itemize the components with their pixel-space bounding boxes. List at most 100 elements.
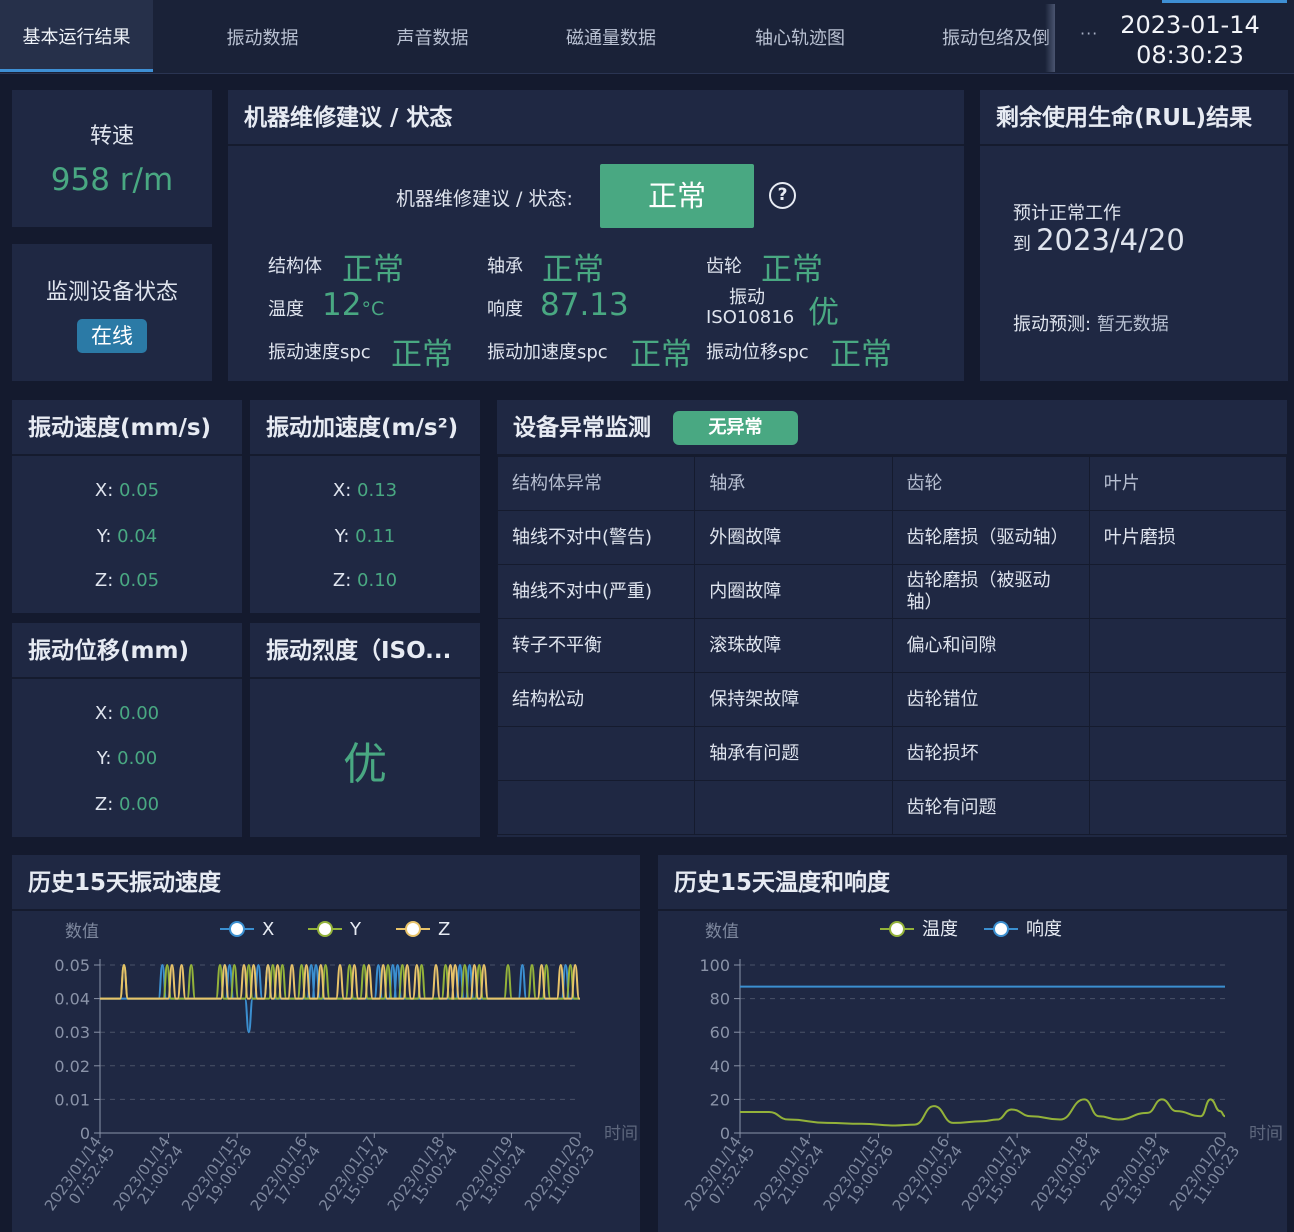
anomaly-header-cell: 叶片: [1088, 456, 1288, 511]
dspc-label: 振动位移spc: [706, 342, 809, 363]
axis-value: 0.00: [119, 794, 160, 815]
x-tick-label: 2023/01/2011:00:23: [1166, 1133, 1243, 1214]
y-axis-label: 数值: [705, 922, 739, 942]
legend-label: 温度: [922, 919, 958, 940]
x-axis-label: 时间: [1249, 1124, 1283, 1144]
temperature-label: 温度: [268, 299, 304, 320]
maintenance-title: 机器维修建议 / 状态: [228, 90, 964, 146]
table-cell: [1088, 780, 1288, 835]
axis-key: Z:: [94, 794, 114, 815]
x-tick-label: 2023/01/1913:00:24: [452, 1133, 529, 1214]
y-tick-label: 20: [710, 1090, 730, 1109]
x-tick-label: 2023/01/1519:00:26: [178, 1133, 255, 1214]
vibration-speed-x: X: 0.05: [12, 480, 242, 501]
vibration-displacement-x: X: 0.00: [12, 703, 242, 724]
vibration-history-title: 历史15天振动速度: [12, 855, 640, 911]
temperature-unit: °C: [361, 298, 385, 320]
table-cell: 转子不平衡: [496, 618, 696, 673]
x-tick-label: 2023/01/1617:00:24: [247, 1133, 324, 1214]
vibration-displacement-y: Y: 0.00: [12, 748, 242, 769]
maintenance-status-label: 机器维修建议 / 状态:: [396, 188, 573, 210]
tab-vibration-data[interactable]: 振动数据: [185, 0, 340, 72]
rul-prefix: 到: [1013, 234, 1031, 255]
maintenance-status-badge: 正常: [600, 164, 754, 228]
axis-value: 0.05: [119, 570, 160, 591]
current-time: 08:30:23: [1136, 41, 1244, 69]
table-cell: 结构松动: [496, 672, 696, 727]
table-cell: 轴线不对中(严重): [496, 564, 696, 619]
y-axis-label: 数值: [65, 922, 99, 942]
axis-value: 0.05: [119, 480, 160, 501]
axis-key: X:: [332, 480, 352, 501]
structure-label: 结构体: [268, 256, 322, 277]
legend-marker: [317, 921, 333, 937]
table-cell: 齿轮磨损（驱动轴）: [891, 510, 1090, 565]
x-tick-label: 2023/01/1421:00:24: [110, 1133, 187, 1214]
table-cell: [496, 726, 696, 781]
axis-key: X:: [94, 480, 114, 501]
loudness-value: 87.13: [540, 287, 629, 323]
x-tick-label: 2023/01/1407:52:45: [41, 1133, 118, 1214]
help-icon[interactable]: ?: [769, 182, 796, 209]
vibration-accel-z: Z: 0.10: [250, 570, 480, 591]
table-cell: 内圈故障: [694, 564, 893, 619]
current-date: 2023-01-14: [1120, 11, 1260, 39]
gear-value: 正常: [761, 252, 823, 288]
anomaly-header-row: 结构体异常 轴承 齿轮 叶片: [496, 456, 1288, 511]
legend-label: X: [262, 919, 274, 940]
legend-marker: [993, 921, 1009, 937]
table-cell: 外圈故障: [694, 510, 893, 565]
legend-label: 响度: [1026, 919, 1062, 940]
dspc-value: 正常: [830, 337, 892, 373]
tab-magnetic-flux-data[interactable]: 磁通量数据: [532, 0, 690, 72]
x-tick-label: 2023/01/1913:00:24: [1097, 1133, 1174, 1214]
maintenance-panel: 机器维修建议 / 状态 机器维修建议 / 状态: 正常 ? 结构体 正常 轴承 …: [228, 90, 964, 381]
tab-basic-results[interactable]: 基本运行结果: [0, 0, 153, 72]
tab-axis-orbit[interactable]: 轴心轨迹图: [720, 0, 880, 72]
loudness-label: 响度: [487, 299, 523, 320]
y-tick-label: 0.02: [54, 1057, 90, 1076]
table-row: 轴线不对中(严重) 内圈故障 齿轮磨损（被驱动轴）: [496, 564, 1288, 619]
anomaly-title: 设备异常监测: [497, 400, 1287, 456]
x-tick-label: 2023/01/1715:00:24: [958, 1133, 1035, 1214]
vibration-forecast: 振动预测: 暂无数据: [1013, 310, 1169, 336]
rul-date-line: 到 2023/4/20: [1013, 223, 1185, 257]
vibration-severity-panel: 振动烈度（ISO... 优: [250, 623, 480, 837]
iso-label-top: 振动: [729, 287, 765, 308]
anomaly-header-cell: 齿轮: [891, 456, 1090, 511]
x-tick-label: 2023/01/1519:00:26: [820, 1133, 897, 1214]
table-cell: 齿轮有问题: [891, 780, 1090, 835]
speed-panel: 转速 958 r/m: [12, 90, 212, 227]
vspc-label: 振动速度spc: [268, 342, 371, 363]
y-tick-label: 80: [710, 990, 730, 1009]
forecast-value: 暂无数据: [1096, 314, 1169, 335]
x-tick-label: 2023/01/1715:00:24: [315, 1133, 392, 1214]
tab-vibration-envelope[interactable]: 振动包络及倒: [932, 0, 1054, 72]
table-cell: [1088, 564, 1288, 619]
axis-key: X:: [94, 703, 114, 724]
axis-key: Z:: [94, 570, 114, 591]
tab-sound-data[interactable]: 声音数据: [355, 0, 510, 72]
x-axis-label: 时间: [604, 1124, 638, 1144]
axis-value: 0.00: [117, 748, 158, 769]
rul-panel: 剩余使用生命(RUL)结果 预计正常工作 到 2023/4/20 振动预测: 暂…: [980, 90, 1288, 381]
table-cell: 保持架故障: [694, 672, 893, 727]
rul-date: 2023/4/20: [1036, 223, 1185, 257]
vibration-speed-panel: 振动速度(mm/s) X: 0.05 Y: 0.04 Z: 0.05: [12, 400, 242, 613]
online-badge: 在线: [77, 319, 147, 353]
table-cell: 叶片磨损: [1088, 510, 1288, 565]
bearing-value: 正常: [542, 252, 604, 288]
vibration-history-panel: 历史15天振动速度 数值 时间 0.05 0.04 0.03 0.02 0.01 0 2023/…: [12, 855, 640, 1232]
vibration-accel-panel: 振动加速度(m/s²) X: 0.13 Y: 0.11 Z: 0.10: [250, 400, 480, 613]
table-cell: [496, 780, 696, 835]
vibration-severity-title: 振动烈度（ISO...: [250, 623, 480, 679]
vibration-accel-y: Y: 0.11: [250, 526, 480, 547]
table-cell: [694, 780, 893, 835]
table-cell: 齿轮磨损（被驱动轴）: [891, 564, 1090, 619]
device-status-label: 监测设备状态: [45, 280, 178, 305]
speed-label: 转速: [89, 124, 134, 149]
axis-value: 0.11: [355, 526, 396, 547]
speed-value: 958 r/m: [50, 162, 174, 198]
series-line-Y: [100, 963, 580, 1000]
top-accent-line: [1162, 0, 1287, 3]
